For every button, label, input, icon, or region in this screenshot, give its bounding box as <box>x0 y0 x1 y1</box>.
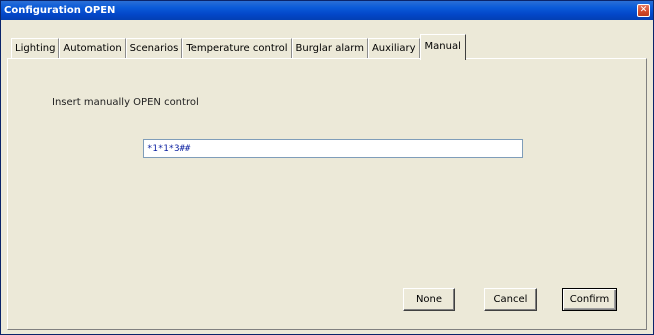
tab-scenarios[interactable]: Scenarios <box>125 38 183 58</box>
manual-prompt-label: Insert manually OPEN control <box>52 97 199 108</box>
tab-automation[interactable]: Automation <box>59 38 126 58</box>
tab-temperature-control[interactable]: Temperature control <box>182 38 292 58</box>
manual-command-input[interactable] <box>143 139 523 158</box>
tab-lighting[interactable]: Lighting <box>11 38 60 58</box>
tab-strip: Lighting Automation Scenarios Temperatur… <box>11 27 466 60</box>
configuration-dialog: Configuration OPEN ✕ Lighting Automation… <box>0 0 654 335</box>
cancel-button[interactable]: Cancel <box>484 288 537 311</box>
tab-auxiliary[interactable]: Auxiliary <box>367 38 420 58</box>
confirm-button[interactable]: Confirm <box>562 288 617 311</box>
close-icon[interactable]: ✕ <box>637 4 650 17</box>
none-button[interactable]: None <box>403 288 455 311</box>
window-title: Configuration OPEN <box>4 5 116 16</box>
tab-manual[interactable]: Manual <box>419 34 466 60</box>
title-bar[interactable]: Configuration OPEN ✕ <box>1 1 653 20</box>
tab-burglar-alarm[interactable]: Burglar alarm <box>291 38 368 58</box>
